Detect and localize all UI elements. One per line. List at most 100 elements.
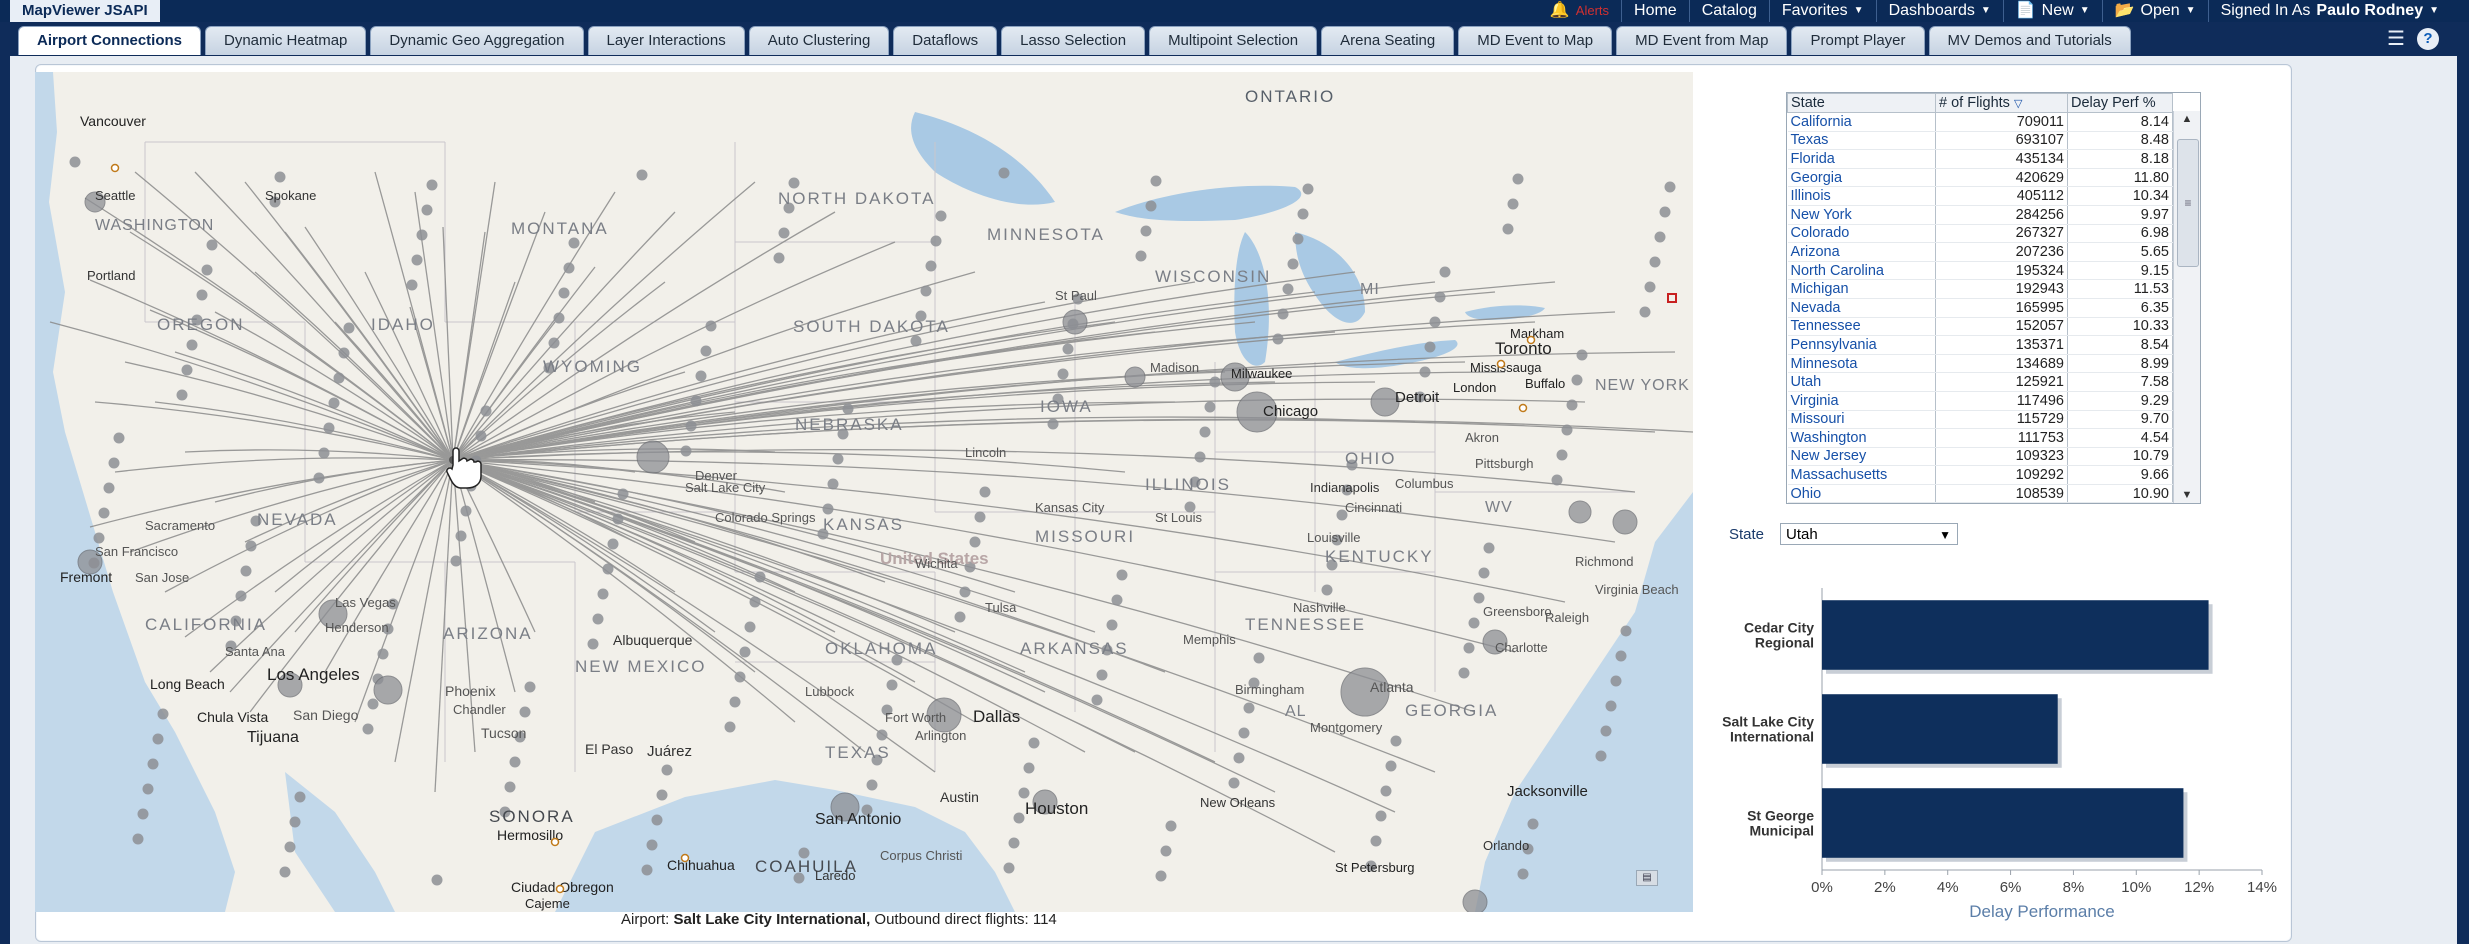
state-cell[interactable]: Colorado — [1787, 224, 1936, 244]
table-row[interactable]: Pennsylvania 135371 8.54 — [1787, 335, 2173, 355]
tab-md-event-to-map[interactable]: MD Event to Map — [1458, 26, 1613, 55]
tab-airport-connections[interactable]: Airport Connections — [18, 26, 201, 55]
table-row[interactable]: New York 284256 9.97 — [1787, 205, 2173, 225]
state-cell[interactable]: New Jersey — [1787, 447, 1936, 467]
table-row[interactable]: Washington 111753 4.54 — [1787, 428, 2173, 448]
table-row[interactable]: Colorado 267327 6.98 — [1787, 224, 2173, 244]
page-options-icon[interactable]: ☰ — [2385, 28, 2407, 50]
bar-cedar-city-regional[interactable] — [1822, 600, 2209, 670]
tab-layer-interactions[interactable]: Layer Interactions — [587, 26, 745, 55]
tab-multipoint-selection[interactable]: Multipoint Selection — [1149, 26, 1318, 55]
table-row[interactable]: Massachusetts 109292 9.66 — [1787, 465, 2173, 485]
table-row[interactable]: Virginia 117496 9.29 — [1787, 391, 2173, 411]
state-cell[interactable]: Texas — [1787, 131, 1936, 151]
map-label-minnesota: MINNESOTA — [987, 225, 1105, 244]
table-row[interactable]: Illinois 405112 10.34 — [1787, 186, 2173, 206]
state-cell[interactable]: Utah — [1787, 372, 1936, 392]
tab-prompt-player[interactable]: Prompt Player — [1791, 26, 1925, 55]
map-label-atlanta: Atlanta — [1370, 679, 1414, 695]
tab-dynamic-heatmap[interactable]: Dynamic Heatmap — [205, 26, 367, 55]
state-cell[interactable]: Illinois — [1787, 186, 1936, 206]
state-cell[interactable]: North Carolina — [1787, 261, 1936, 281]
scroll-up-icon[interactable]: ▲ — [2174, 113, 2200, 125]
map-label-las-vegas: Las Vegas — [335, 595, 396, 610]
table-scrollbar[interactable]: ▲ ≡ ▼ — [2173, 111, 2200, 503]
tab-mv-demos-and-tutorials[interactable]: MV Demos and Tutorials — [1928, 26, 2131, 55]
table-row[interactable]: Nevada 165995 6.35 — [1787, 298, 2173, 318]
map-label-chicago: Chicago — [1263, 403, 1318, 420]
home-link[interactable]: Home — [1621, 0, 1689, 22]
map-label-tennessee: TENNESSEE — [1245, 615, 1366, 634]
new-menu[interactable]: 📄 New ▼ — [2002, 0, 2102, 22]
catalog-link[interactable]: Catalog — [1688, 0, 1769, 22]
scroll-down-icon[interactable]: ▼ — [2174, 489, 2200, 501]
table-row[interactable]: North Carolina 195324 9.15 — [1787, 261, 2173, 281]
tab-list: Airport Connections Dynamic Heatmap Dynami… — [18, 26, 2131, 55]
table-row[interactable]: Utah 125921 7.58 — [1787, 372, 2173, 392]
bar-salt-lake-city-international[interactable] — [1822, 694, 2058, 764]
table-row[interactable]: Texas 693107 8.48 — [1787, 131, 2173, 151]
category-label: Cedar City — [1744, 620, 1814, 636]
column-header-flights[interactable]: # of Flights ▽ — [1935, 93, 2068, 113]
tab-auto-clustering[interactable]: Auto Clustering — [748, 26, 890, 55]
column-header-delay[interactable]: Delay Perf % — [2067, 93, 2173, 113]
tab-md-event-from-map[interactable]: MD Event from Map — [1616, 26, 1788, 55]
table-row[interactable]: New Jersey 109323 10.79 — [1787, 447, 2173, 467]
table-row[interactable]: Missouri 115729 9.70 — [1787, 410, 2173, 430]
map-label-spokane: Spokane — [265, 188, 316, 203]
user-menu[interactable]: Signed In As Paulo Rodney ▼ — [2207, 0, 2451, 22]
map-label-birmingham: Birmingham — [1235, 682, 1304, 697]
tab-arena-seating[interactable]: Arena Seating — [1321, 26, 1455, 55]
table-row[interactable]: Michigan 192943 11.53 — [1787, 279, 2173, 299]
table-row[interactable]: Minnesota 134689 8.99 — [1787, 354, 2173, 374]
table-row[interactable]: Ohio 108539 10.90 — [1787, 484, 2173, 503]
table-row[interactable]: Arizona 207236 5.65 — [1787, 242, 2173, 262]
state-cell[interactable]: Arizona — [1787, 242, 1936, 262]
tab-dataflows[interactable]: Dataflows — [893, 26, 998, 55]
x-tick-label: 12% — [2184, 879, 2214, 896]
table-header-row: State # of Flights ▽ Delay Perf % — [1787, 93, 2173, 113]
map-caption: Airport: Salt Lake City International, O… — [621, 911, 1057, 928]
state-cell[interactable]: Washington — [1787, 428, 1936, 448]
scroll-thumb[interactable]: ≡ — [2177, 139, 2199, 267]
alerts-link[interactable]: 🔔 Alerts — [1538, 0, 1621, 22]
state-cell[interactable]: California — [1787, 112, 1936, 132]
help-icon[interactable]: ? — [2417, 28, 2439, 50]
airport-map[interactable]: ONTARIO NORTH DAKOTA MONTANA MINNESOTA WISCO… — [35, 72, 1693, 912]
table-row[interactable]: Tennessee 152057 10.33 — [1787, 317, 2173, 337]
bar-st-george-municipal[interactable] — [1822, 788, 2184, 858]
x-tick-label: 2% — [1874, 879, 1896, 896]
table-row[interactable]: Florida 435134 8.18 — [1787, 149, 2173, 169]
column-header-state[interactable]: State — [1787, 93, 1936, 113]
flights-cell: 709011 — [1935, 112, 2068, 132]
tab-lasso-selection[interactable]: Lasso Selection — [1001, 26, 1146, 55]
delay-cell: 11.80 — [2067, 168, 2173, 188]
state-cell[interactable]: Tennessee — [1787, 317, 1936, 337]
delay-cell: 8.48 — [2067, 131, 2173, 151]
map-label-phoenix: Phoenix — [445, 683, 496, 699]
state-cell[interactable]: Nevada — [1787, 298, 1936, 318]
new-label: New — [2041, 2, 2074, 19]
state-cell[interactable]: Ohio — [1787, 484, 1936, 503]
state-cell[interactable]: Michigan — [1787, 279, 1936, 299]
table-row[interactable]: Georgia 420629 11.80 — [1787, 168, 2173, 188]
state-cell[interactable]: Massachusetts — [1787, 465, 1936, 485]
sort-descending-icon[interactable]: ▽ — [2014, 98, 2022, 110]
map-label-san-jose: San Jose — [135, 570, 189, 585]
map-legend-toggle[interactable]: ▤ — [1636, 870, 1658, 886]
map-label-al: AL — [1285, 703, 1307, 720]
state-cell[interactable]: Pennsylvania — [1787, 335, 1936, 355]
dashboards-menu[interactable]: Dashboards ▼ — [1875, 0, 2003, 22]
state-cell[interactable]: Minnesota — [1787, 354, 1936, 374]
state-select[interactable]: Utah ▼ — [1780, 523, 1958, 545]
state-cell[interactable]: Missouri — [1787, 410, 1936, 430]
tab-dynamic-geo-aggregation[interactable]: Dynamic Geo Aggregation — [370, 26, 584, 55]
table-row[interactable]: California 709011 8.14 — [1787, 112, 2173, 132]
open-menu[interactable]: 📂 Open ▼ — [2101, 0, 2208, 22]
category-label: Regional — [1755, 635, 1814, 651]
favorites-menu[interactable]: Favorites ▼ — [1768, 0, 1876, 22]
state-cell[interactable]: Georgia — [1787, 168, 1936, 188]
state-cell[interactable]: Florida — [1787, 149, 1936, 169]
state-cell[interactable]: New York — [1787, 205, 1936, 225]
state-cell[interactable]: Virginia — [1787, 391, 1936, 411]
